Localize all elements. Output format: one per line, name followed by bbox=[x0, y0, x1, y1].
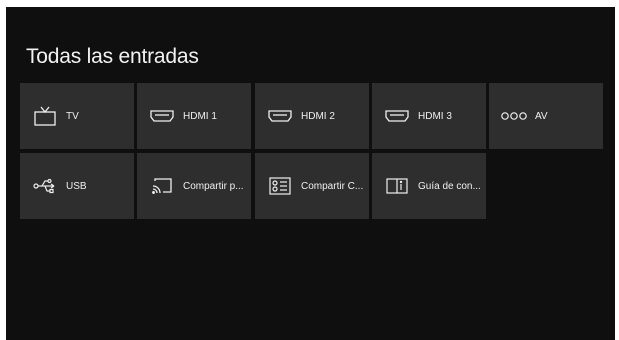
input-tile-hdmi-1[interactable]: HDMI 1 bbox=[137, 83, 251, 149]
input-label: TV bbox=[66, 110, 79, 122]
input-tile-hdmi-3[interactable]: HDMI 3 bbox=[372, 83, 486, 149]
input-tile-media-share[interactable]: Compartir C... bbox=[255, 153, 369, 219]
hdmi-icon bbox=[267, 106, 293, 126]
guide-book-icon bbox=[384, 176, 410, 196]
hdmi-icon bbox=[149, 106, 175, 126]
input-label: HDMI 1 bbox=[183, 110, 217, 122]
av-connector-icon bbox=[501, 106, 527, 126]
input-tile-av[interactable]: AV bbox=[489, 83, 603, 149]
input-label: Compartir C... bbox=[301, 180, 364, 192]
tv-icon bbox=[32, 106, 58, 126]
input-tile-tv[interactable]: TV bbox=[20, 83, 134, 149]
media-share-icon bbox=[267, 176, 293, 196]
input-tile-guide[interactable]: Guía de con... bbox=[372, 153, 486, 219]
input-label: Guía de con... bbox=[418, 180, 481, 192]
input-label: AV bbox=[535, 110, 548, 122]
input-tile-hdmi-2[interactable]: HDMI 2 bbox=[255, 83, 369, 149]
input-tile-usb[interactable]: USB bbox=[20, 153, 134, 219]
page-title: Todas las entradas bbox=[26, 45, 199, 68]
screen-cast-icon bbox=[149, 176, 175, 196]
input-label: HDMI 2 bbox=[301, 110, 335, 122]
usb-icon bbox=[32, 176, 58, 196]
input-label: HDMI 3 bbox=[418, 110, 452, 122]
input-label: USB bbox=[66, 180, 87, 192]
input-tile-screen-share[interactable]: Compartir p... bbox=[137, 153, 251, 219]
hdmi-icon bbox=[384, 106, 410, 126]
tv-screen: Todas las entradas TV HDMI 1 HDMI 2 HDMI… bbox=[6, 7, 615, 340]
input-label: Compartir p... bbox=[183, 180, 244, 192]
